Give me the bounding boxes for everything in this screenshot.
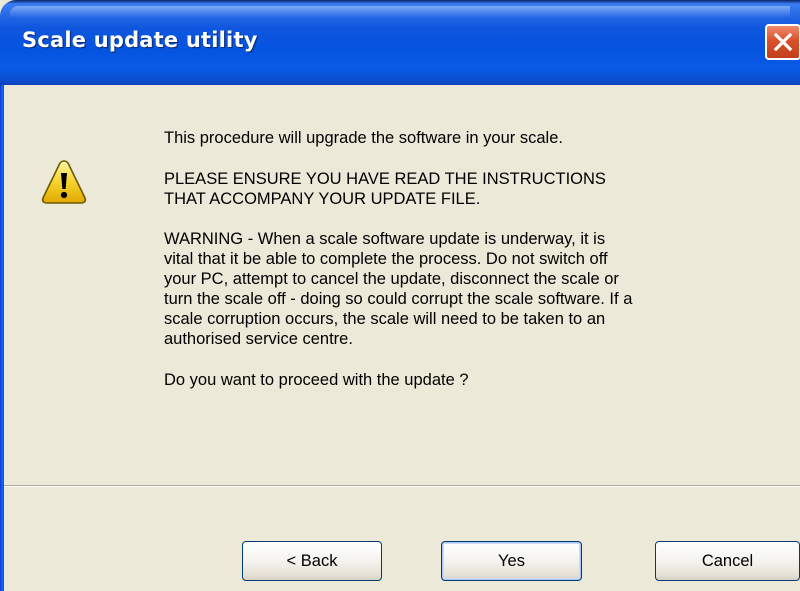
cancel-button[interactable]: Cancel (655, 541, 800, 581)
window-title: Scale update utility (22, 28, 258, 52)
message-intro: This procedure will upgrade the software… (164, 129, 563, 147)
message-instructions: PLEASE ENSURE YOU HAVE READ THE INSTRUCT… (164, 170, 606, 208)
close-icon (773, 32, 793, 52)
close-button[interactable] (765, 24, 800, 60)
window-frame-left (0, 85, 4, 591)
title-bar[interactable]: Scale update utility (0, 0, 800, 85)
yes-button[interactable]: Yes (441, 541, 582, 581)
title-bar-highlight (10, 6, 790, 18)
message-warning: WARNING - When a scale software update i… (164, 230, 633, 348)
button-separator (4, 485, 800, 487)
dialog-message: This procedure will upgrade the software… (164, 128, 764, 390)
back-button[interactable]: < Back (242, 541, 382, 581)
warning-icon (41, 160, 87, 204)
dialog-window: Scale update utility This procedure will… (0, 0, 800, 591)
message-question: Do you want to proceed with the update ? (164, 371, 469, 389)
